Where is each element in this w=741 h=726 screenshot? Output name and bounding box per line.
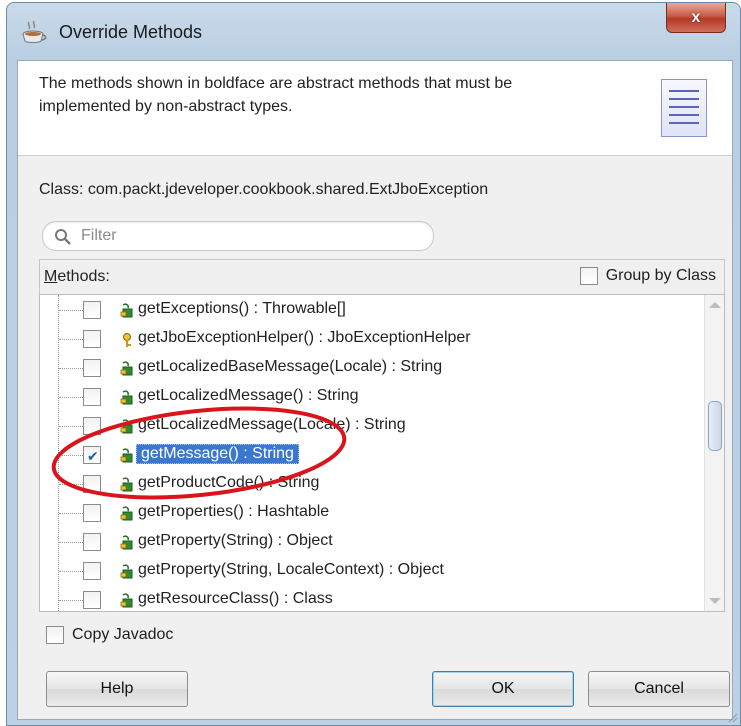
method-label: getProperty(String, LocaleContext) : Obj… bbox=[138, 561, 444, 578]
title-bar[interactable]: Override Methods x bbox=[7, 3, 740, 61]
method-row[interactable]: getProductCode() : String bbox=[40, 470, 700, 499]
help-button[interactable]: Help bbox=[46, 671, 188, 707]
method-icon bbox=[120, 593, 133, 608]
checkmark-icon: ✔ bbox=[87, 448, 99, 464]
dialog-window: Override Methods x The methods shown in … bbox=[6, 2, 741, 726]
copy-javadoc-toggle[interactable]: Copy Javadoc bbox=[46, 626, 173, 644]
search-icon bbox=[55, 229, 71, 245]
cancel-button[interactable]: Cancel bbox=[588, 671, 730, 707]
tree-connector bbox=[59, 310, 83, 311]
method-icon bbox=[120, 390, 133, 405]
method-checkbox[interactable] bbox=[83, 359, 101, 377]
method-icon bbox=[120, 564, 133, 579]
method-checkbox[interactable] bbox=[83, 388, 101, 406]
method-checkbox[interactable] bbox=[83, 301, 101, 319]
method-label: getLocalizedBaseMessage(Locale) : String bbox=[138, 358, 443, 375]
methods-label: Methods: bbox=[44, 268, 110, 285]
copy-javadoc-checkbox[interactable] bbox=[46, 626, 64, 644]
group-by-class-toggle[interactable]: Group by Class bbox=[579, 267, 716, 285]
tree-connector bbox=[59, 368, 83, 369]
method-row[interactable]: getResourceClass() : Class bbox=[40, 586, 700, 611]
copy-javadoc-label: Copy Javadoc bbox=[72, 626, 174, 643]
method-icon bbox=[120, 448, 133, 463]
tree-connector bbox=[59, 397, 83, 398]
class-name-label: Class: com.packt.jdeveloper.cookbook.sha… bbox=[39, 181, 489, 198]
method-label: getLocalizedMessage() : String bbox=[138, 387, 359, 404]
method-row[interactable]: getExceptions() : Throwable[] bbox=[40, 296, 700, 325]
coffee-cup-icon bbox=[22, 20, 47, 43]
method-row[interactable]: getJboExceptionHelper() : JboExceptionHe… bbox=[40, 325, 700, 354]
methods-header: Methods: Group by Class bbox=[39, 259, 725, 295]
close-button[interactable]: x bbox=[666, 3, 726, 33]
method-label: getJboExceptionHelper() : JboExceptionHe… bbox=[138, 329, 471, 346]
description-panel: The methods shown in boldface are abstra… bbox=[18, 61, 732, 156]
resize-grip-icon[interactable] bbox=[726, 711, 738, 723]
method-label: getLocalizedMessage(Locale) : String bbox=[138, 416, 406, 433]
scroll-up-arrow-icon[interactable] bbox=[709, 302, 721, 308]
method-checkbox[interactable] bbox=[83, 417, 101, 435]
scroll-down-arrow-icon[interactable] bbox=[709, 598, 721, 604]
tree-connector bbox=[59, 600, 83, 601]
key-icon bbox=[123, 333, 131, 347]
dialog-client-area: The methods shown in boldface are abstra… bbox=[17, 60, 733, 720]
method-icon bbox=[120, 535, 133, 550]
method-label: getMessage() : String bbox=[136, 444, 299, 464]
method-checkbox[interactable]: ✔ bbox=[83, 446, 101, 464]
method-checkbox[interactable] bbox=[83, 330, 101, 348]
method-icon bbox=[120, 303, 133, 318]
method-row[interactable]: getLocalizedMessage(Locale) : String bbox=[40, 412, 700, 441]
methods-list[interactable]: getExceptions() : Throwable[] getJboExcep… bbox=[39, 294, 725, 612]
method-checkbox[interactable] bbox=[83, 562, 101, 580]
method-row[interactable]: getLocalizedMessage() : String bbox=[40, 383, 700, 412]
tree-connector bbox=[59, 571, 83, 572]
method-label: getResourceClass() : Class bbox=[138, 590, 333, 607]
method-checkbox[interactable] bbox=[83, 533, 101, 551]
close-icon: x bbox=[691, 8, 701, 26]
method-label: getProductCode() : String bbox=[138, 474, 320, 491]
method-checkbox[interactable] bbox=[83, 475, 101, 493]
method-checkbox[interactable] bbox=[83, 504, 101, 522]
method-row[interactable]: getProperty(String, LocaleContext) : Obj… bbox=[40, 557, 700, 586]
method-label: getProperty(String) : Object bbox=[138, 532, 333, 549]
filter-input[interactable] bbox=[79, 226, 419, 246]
group-by-class-label: Group by Class bbox=[605, 267, 716, 284]
document-icon bbox=[661, 79, 707, 137]
vertical-scrollbar[interactable] bbox=[704, 295, 724, 611]
tree-connector bbox=[59, 542, 83, 543]
method-label: getExceptions() : Throwable[] bbox=[138, 300, 346, 317]
tree-connector bbox=[59, 484, 83, 485]
method-icon bbox=[120, 361, 133, 376]
method-row[interactable]: getProperty(String) : Object bbox=[40, 528, 700, 557]
method-icon bbox=[120, 419, 133, 434]
scroll-thumb[interactable] bbox=[708, 401, 722, 451]
tree-connector bbox=[59, 455, 83, 456]
tree-connector bbox=[59, 339, 83, 340]
method-checkbox[interactable] bbox=[83, 591, 101, 609]
method-icon bbox=[120, 477, 133, 492]
method-row[interactable]: getLocalizedBaseMessage(Locale) : String bbox=[40, 354, 700, 383]
method-row[interactable]: ✔ getMessage() : String bbox=[40, 441, 700, 470]
method-label: getProperties() : Hashtable bbox=[138, 503, 330, 520]
tree-connector bbox=[59, 426, 83, 427]
description-text: The methods shown in boldface are abstra… bbox=[39, 75, 513, 115]
ok-button[interactable]: OK bbox=[432, 671, 574, 707]
window-title: Override Methods bbox=[59, 22, 203, 42]
methods-label-rest: ethods: bbox=[57, 268, 110, 285]
method-icon bbox=[120, 506, 133, 521]
filter-field[interactable] bbox=[42, 221, 434, 251]
method-row[interactable]: getProperties() : Hashtable bbox=[40, 499, 700, 528]
group-by-class-checkbox[interactable] bbox=[579, 267, 598, 285]
tree-connector bbox=[59, 513, 83, 514]
